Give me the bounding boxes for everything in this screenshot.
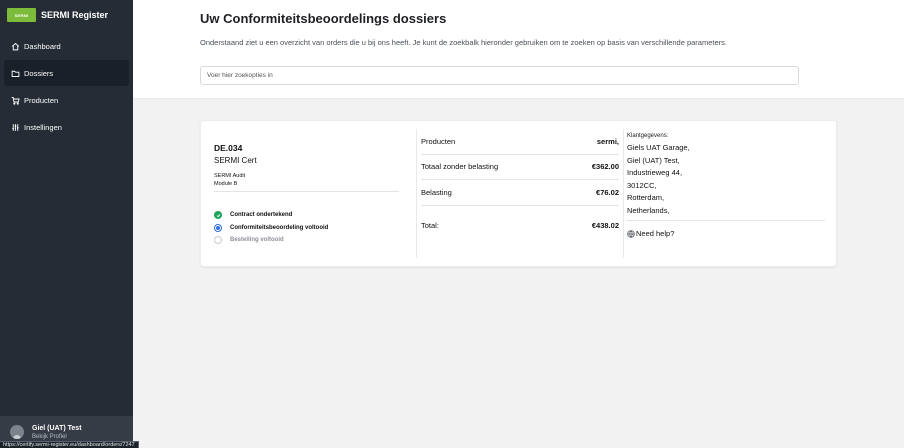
nav-label: Instellingen [24,122,62,132]
page-title: Uw Conformiteitsbeoordelings dossiers [200,11,447,26]
main-nav: Dashboard Dossiers Producten Instellinge… [4,33,129,141]
subtotal-label: Totaal zonder belasting [421,162,499,172]
products-label: Producten [421,136,456,146]
nav-item-dashboard[interactable]: Dashboard [4,33,129,59]
step-label: Conformiteitsbeoordeling voltooid [230,224,329,231]
step-contract-signed: Contract ondertekend [214,209,328,222]
home-icon [10,41,21,52]
progress-steps: Contract ondertekend Conformiteitsbeoord… [214,209,328,247]
nav-label: Dossiers [24,68,54,78]
customer-line: Industrieweg 44, [627,168,683,177]
summary-row-total: Total: €438.02 [421,206,619,246]
customer-label: Klantgegevens: [627,133,669,139]
order-sub-line: Module B [214,181,238,187]
order-id: DE.034 [214,143,243,153]
folder-icon [10,68,21,79]
cart-icon [10,95,21,106]
sidebar: SERMI SERMI Register Dashboard Dossiers … [0,0,133,448]
column-divider [623,129,624,258]
summary-row-tax: Belasting €76.02 [421,180,619,206]
globe-icon [627,229,635,238]
step-order-completed: Bestelling voltooid [214,234,328,247]
step-label: Contract ondertekend [230,212,293,219]
order-sub-line: SERMI Audit [214,173,246,179]
column-divider [416,129,417,258]
nav-item-producten[interactable]: Producten [4,87,129,113]
divider [627,220,825,221]
tax-label: Belasting [421,187,452,197]
step-assessment-completed: Conformiteitsbeoordeling voltooid [214,222,328,235]
order-card[interactable]: DE.034 SERMI Cert SERMI Audit Module B C… [200,120,837,267]
divider [214,191,399,192]
need-help-link[interactable]: Need help? [627,229,825,238]
page-header: Uw Conformiteitsbeoordelings dossiers On… [133,0,904,99]
brand[interactable]: SERMI SERMI Register [0,0,133,30]
brand-title: SERMI Register [41,10,109,20]
order-info: DE.034 SERMI Cert SERMI Audit Module B C… [214,121,416,266]
customer-line: Giel (UAT) Test, [627,155,680,165]
total-value: €438.02 [591,221,619,230]
order-subtitle: SERMI Audit Module B [214,172,245,188]
need-help-label: Need help? [636,229,675,238]
view-profile-link[interactable]: Bekijk Profiel [32,434,82,440]
sermi-logo: SERMI [7,8,36,22]
customer-info: Klantgegevens: Giels UAT Garage, Giel (U… [627,133,825,238]
user-name: Giel (UAT) Test [32,424,82,432]
customer-line: 3012CC, [627,180,657,190]
customer-line: Netherlands, [627,205,670,215]
pending-step-icon [214,236,222,245]
sliders-icon [10,122,21,133]
order-summary: Producten sermi, Totaal zonder belasting… [421,129,619,246]
order-name: SERMI Cert [214,156,257,165]
customer-address: Giels UAT Garage, Giel (UAT) Test, Indus… [627,142,825,217]
subtotal-value: €362.00 [591,162,619,172]
nav-label: Dashboard [24,41,61,51]
nav-label: Producten [24,95,59,105]
nav-item-dossiers[interactable]: Dossiers [4,60,129,86]
customer-line: Rotterdam, [627,193,665,202]
current-step-icon [214,223,222,232]
customer-line: Giels UAT Garage, [627,143,690,152]
tax-value: €76.02 [596,187,619,197]
nav-item-instellingen[interactable]: Instellingen [4,114,129,140]
step-label: Bestelling voltooid [230,237,284,244]
search-input[interactable] [200,66,799,85]
products-value: sermi, [596,136,619,146]
summary-row-subtotal: Totaal zonder belasting €362.00 [421,155,619,180]
summary-row-products: Producten sermi, [421,129,619,155]
page-subtitle: Onderstaand ziet u een overzicht van ord… [200,38,727,47]
status-bar-url: https://certify.sermi-register.eu/dashbo… [0,441,139,448]
check-circle-icon [214,211,222,220]
avatar [10,425,24,439]
total-label: Total: [421,221,439,230]
